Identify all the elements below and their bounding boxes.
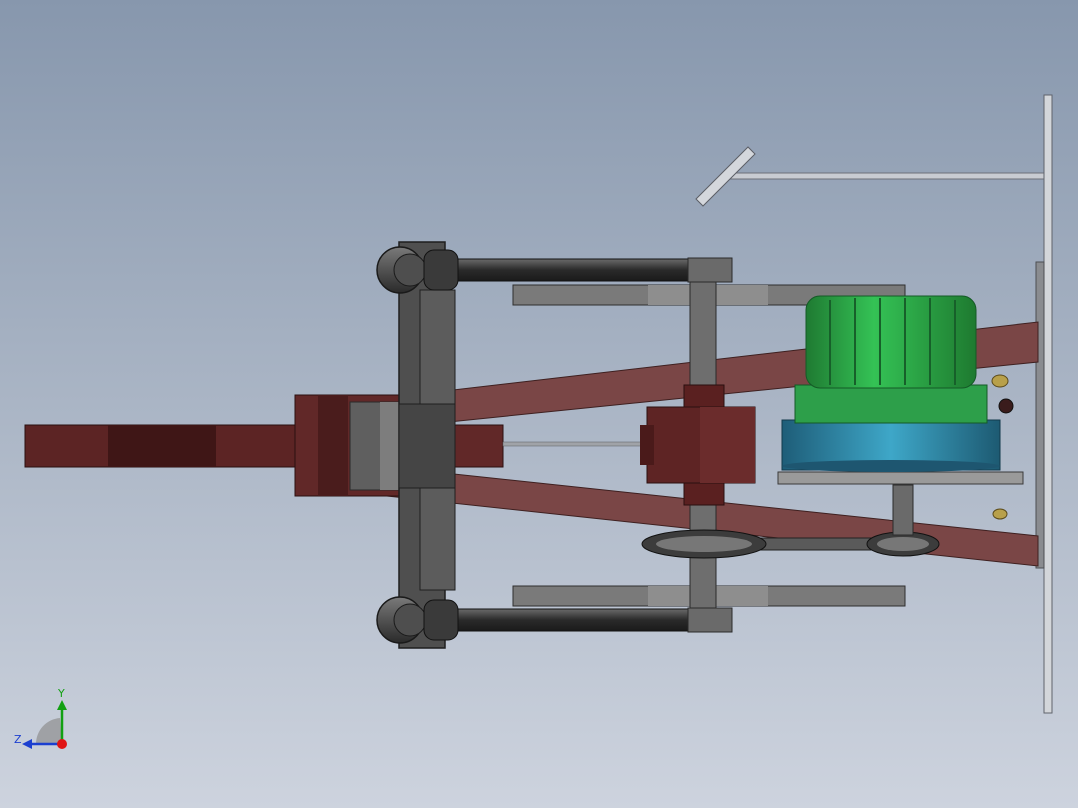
triad-plane-icon <box>35 718 62 744</box>
orientation-triad: Y Z <box>14 687 67 749</box>
connecting-rod <box>502 441 649 447</box>
y-axis-label: Y <box>57 687 65 700</box>
center-hub <box>640 384 756 506</box>
vertical-plate <box>398 241 456 649</box>
cad-viewport[interactable]: Y Z <box>0 0 1078 808</box>
right-support-plate <box>1035 94 1053 714</box>
z-axis-label: Z <box>14 733 22 746</box>
assembly-model[interactable] <box>0 0 1078 808</box>
motor-assembly <box>777 295 1024 485</box>
top-rod <box>695 146 1049 207</box>
x-axis-dot <box>57 739 67 749</box>
